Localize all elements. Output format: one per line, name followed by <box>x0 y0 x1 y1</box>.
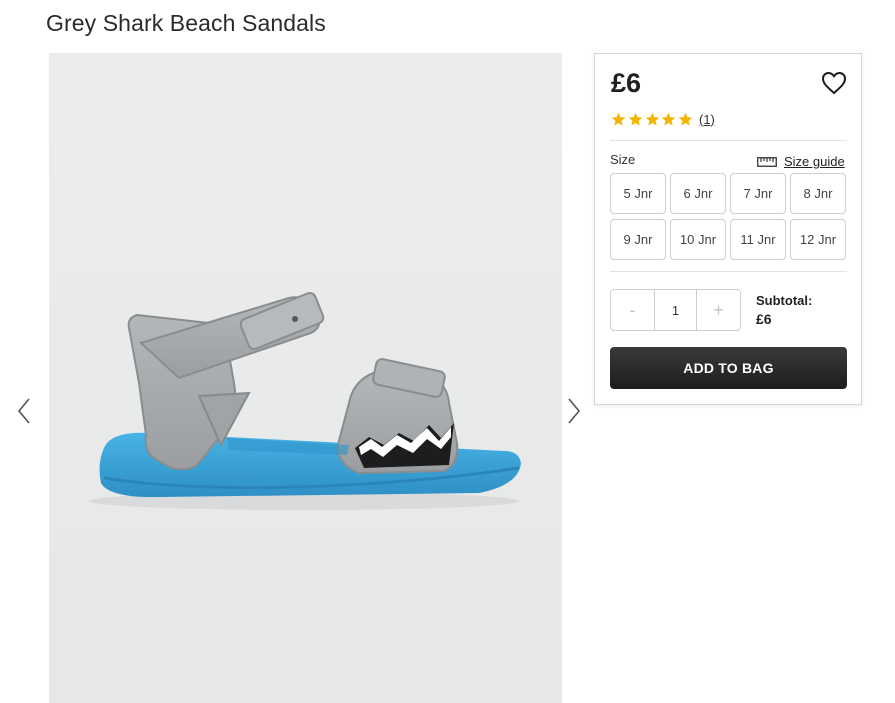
divider <box>610 140 847 141</box>
quantity-decrease-button[interactable]: - <box>611 290 654 330</box>
star-icon <box>611 112 626 125</box>
size-option-12-jnr[interactable]: 12 Jnr <box>790 219 846 260</box>
size-option-11-jnr[interactable]: 11 Jnr <box>730 219 786 260</box>
subtotal-label: Subtotal: <box>756 293 813 308</box>
size-label: Size <box>610 152 636 167</box>
star-icon <box>662 112 676 125</box>
size-guide-link[interactable]: Size guide <box>757 154 845 169</box>
size-option-9-jnr[interactable]: 9 Jnr <box>610 219 666 260</box>
size-options: 5 Jnr 6 Jnr 7 Jnr 8 Jnr 9 Jnr 10 Jnr 11 … <box>610 173 847 260</box>
size-option-7-jnr[interactable]: 7 Jnr <box>730 173 786 214</box>
quantity-input[interactable]: 1 <box>654 290 697 330</box>
product-image <box>49 53 562 703</box>
sandal-illustration <box>89 291 521 510</box>
heart-icon <box>821 71 847 95</box>
purchase-panel: £6 (1) Size Size guide 5 Jnr 6 Jnr 7 Jnr… <box>594 53 862 405</box>
review-count-link[interactable]: (1) <box>699 112 715 127</box>
size-option-8-jnr[interactable]: 8 Jnr <box>790 173 846 214</box>
size-option-10-jnr[interactable]: 10 Jnr <box>670 219 726 260</box>
chevron-left-icon <box>17 398 30 424</box>
subtotal-value: £6 <box>756 311 772 327</box>
size-option-6-jnr[interactable]: 6 Jnr <box>670 173 726 214</box>
chevron-right-icon <box>568 398 581 424</box>
product-price: £6 <box>611 68 642 98</box>
star-icon <box>645 112 659 125</box>
gallery-next-button[interactable] <box>562 396 586 426</box>
add-to-bag-button[interactable]: ADD TO BAG <box>610 347 847 389</box>
rating-row: (1) <box>611 110 715 128</box>
size-option-5-jnr[interactable]: 5 Jnr <box>610 173 666 214</box>
quantity-stepper: - 1 + <box>610 289 741 331</box>
gallery-prev-button[interactable] <box>12 396 36 426</box>
ruler-icon <box>757 156 777 167</box>
star-icon <box>628 112 643 125</box>
subtotal: Subtotal: £6 <box>756 293 812 327</box>
size-guide-label: Size guide <box>784 154 845 169</box>
quantity-increase-button[interactable]: + <box>697 290 740 330</box>
divider <box>610 271 847 272</box>
star-icon <box>678 112 693 125</box>
product-title: Grey Shark Beach Sandals <box>46 10 326 36</box>
wishlist-button[interactable] <box>820 69 848 97</box>
